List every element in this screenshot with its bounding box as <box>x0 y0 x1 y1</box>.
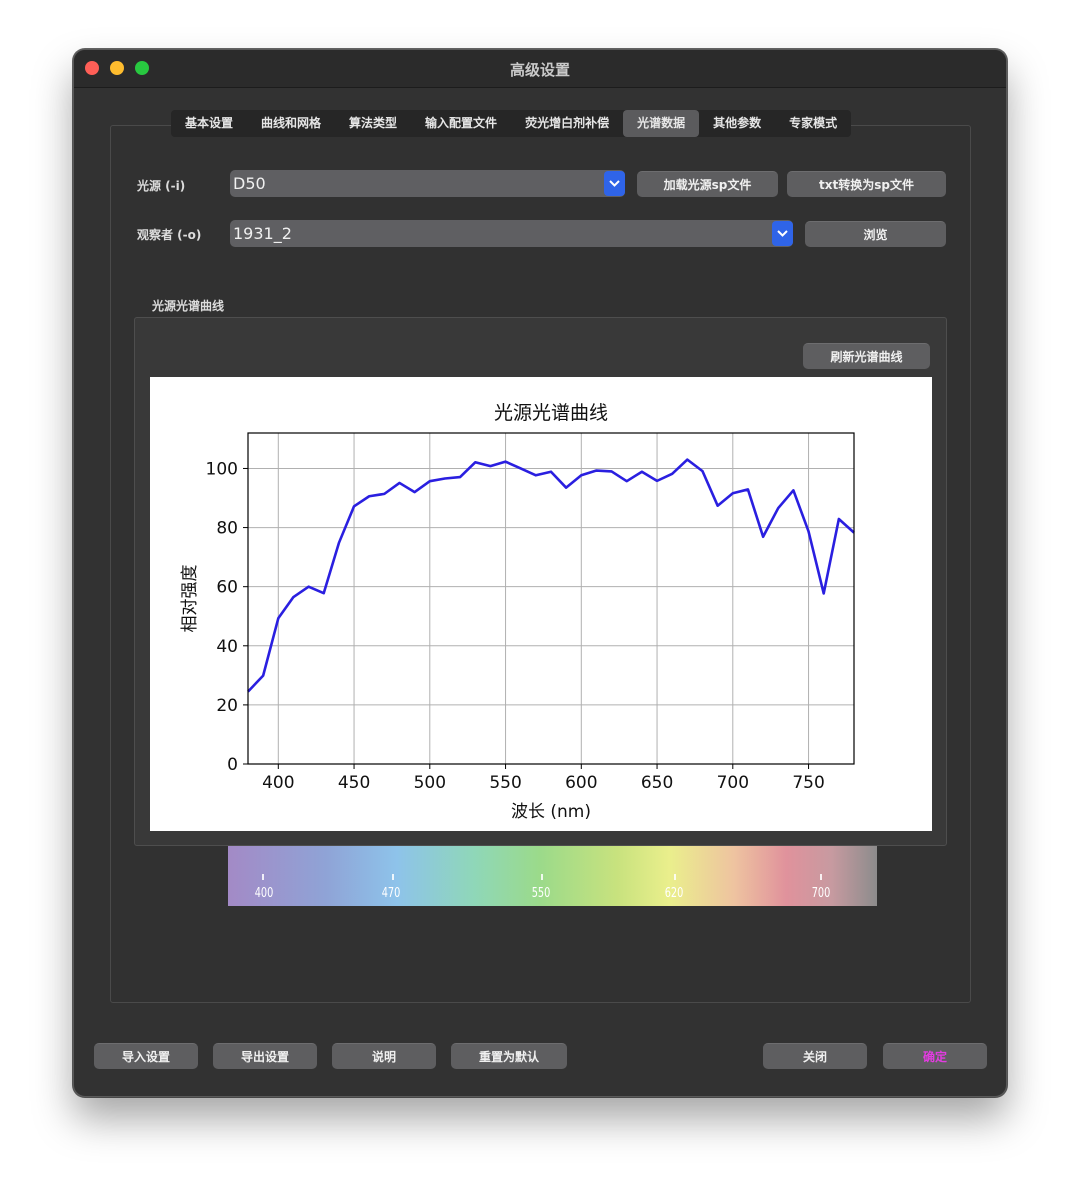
spectrum-label-620: 620 <box>664 886 684 901</box>
spectrum-tick <box>262 874 264 880</box>
refresh-curve-button[interactable]: 刷新光谱曲线 <box>803 343 930 369</box>
spectrum-tick <box>392 874 394 880</box>
tab-basic-settings[interactable]: 基本设置 <box>171 110 247 137</box>
help-button[interactable]: 说明 <box>332 1043 436 1069</box>
spectrum-tick <box>674 874 676 880</box>
x-tick-label: 700 <box>717 773 749 793</box>
export-settings-button[interactable]: 导出设置 <box>213 1043 317 1069</box>
spectrum-label-470: 470 <box>381 886 401 901</box>
y-tick-label: 0 <box>227 755 238 775</box>
spectral-chart: 400 450 500 550 600 650 700 750 0 20 40 60 80 100 光源光… <box>180 402 855 822</box>
x-tick-label: 450 <box>338 773 370 793</box>
y-axis-label: 相对强度 <box>180 565 200 633</box>
axes-frame <box>247 432 855 765</box>
curve-group-title: 光源光谱曲线 <box>152 299 225 313</box>
title-bar: 高级设置 <box>74 50 1006 88</box>
close-button[interactable]: 关闭 <box>763 1043 867 1069</box>
x-tick-label: 500 <box>414 773 446 793</box>
x-tick-label: 400 <box>262 773 294 793</box>
browse-button[interactable]: 浏览 <box>805 221 946 247</box>
y-tick-label: 100 <box>206 459 238 479</box>
illuminant-select[interactable]: D50 <box>230 170 625 197</box>
load-illuminant-sp-button[interactable]: 加载光源sp文件 <box>637 171 778 197</box>
tab-other-parameters[interactable]: 其他参数 <box>699 110 775 137</box>
spectrum-label-400: 400 <box>254 886 274 901</box>
reset-default-button[interactable]: 重置为默认 <box>451 1043 567 1069</box>
x-tick-label: 650 <box>641 773 673 793</box>
spectrum-tick <box>541 874 543 880</box>
chevron-down-icon[interactable] <box>772 221 793 246</box>
observer-value: 1931_2 <box>233 224 292 243</box>
spectrum-label-550: 550 <box>531 886 551 901</box>
tab-algorithm-type[interactable]: 算法类型 <box>335 110 411 137</box>
y-tick-label: 40 <box>216 637 238 657</box>
ok-button[interactable]: 确定 <box>883 1043 987 1069</box>
tab-fwa-compensation[interactable]: 荧光增白剂补偿 <box>511 110 623 137</box>
x-tick-label: 550 <box>489 773 521 793</box>
observer-select[interactable]: 1931_2 <box>230 220 793 247</box>
illuminant-value: D50 <box>233 174 266 193</box>
txt-to-sp-button[interactable]: txt转换为sp文件 <box>787 171 946 197</box>
advanced-settings-window: 高级设置 基本设置 曲线和网格 算法类型 输入配置文件 荧光增白剂补偿 光谱数据… <box>73 49 1007 1097</box>
tab-input-profile[interactable]: 输入配置文件 <box>411 110 511 137</box>
tab-spectral-data[interactable]: 光谱数据 <box>623 110 700 137</box>
visible-spectrum-bar: 400 470 550 620 700 <box>228 846 877 906</box>
import-settings-button[interactable]: 导入设置 <box>94 1043 198 1069</box>
y-tick-label: 80 <box>216 519 238 539</box>
spectrum-series-line <box>247 458 855 693</box>
spectrum-label-700: 700 <box>811 886 831 901</box>
y-tick-label: 20 <box>216 696 238 716</box>
chevron-down-icon[interactable] <box>604 171 625 196</box>
chart-canvas: 400 450 500 550 600 650 700 750 0 20 40 60 80 100 光源光… <box>150 377 932 831</box>
x-axis-label: 波长 (nm) <box>511 802 591 822</box>
tab-expert-mode[interactable]: 专家模式 <box>775 110 851 137</box>
y-tick-label: 60 <box>216 578 238 598</box>
tab-curves-grid[interactable]: 曲线和网格 <box>247 110 335 137</box>
illuminant-label: 光源 (-i) <box>137 179 186 193</box>
chart-title: 光源光谱曲线 <box>494 402 608 424</box>
window-title: 高级设置 <box>509 61 570 79</box>
tab-bar: 基本设置 曲线和网格 算法类型 输入配置文件 荧光增白剂补偿 光谱数据 其他参数… <box>171 110 852 137</box>
observer-label: 观察者 (-o) <box>137 228 202 242</box>
spectrum-tick <box>820 874 822 880</box>
x-tick-label: 600 <box>565 773 597 793</box>
x-tick-label: 750 <box>792 773 824 793</box>
